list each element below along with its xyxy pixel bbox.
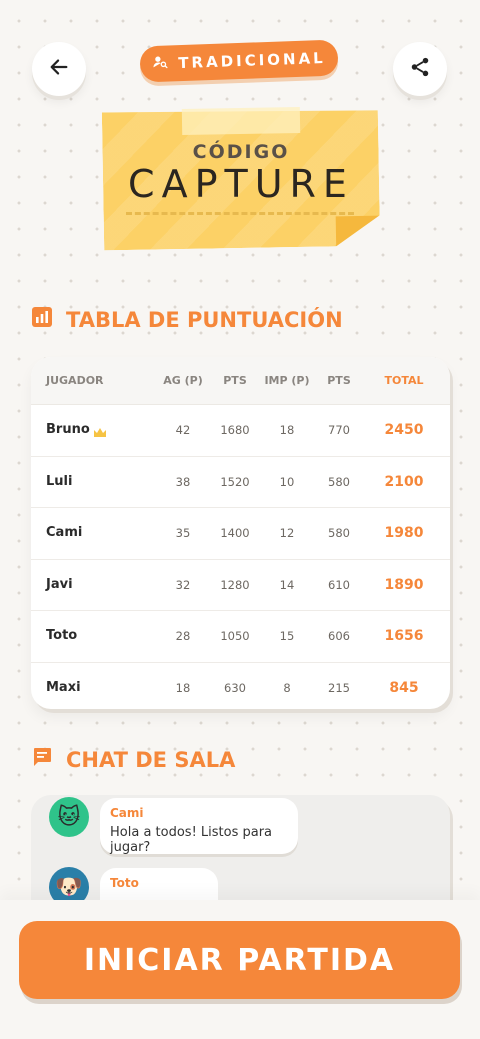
cell-pts-ag: 1520: [220, 474, 250, 489]
tape-decoration: [181, 106, 301, 136]
message-author: Toto: [110, 876, 139, 890]
scoreboard-title: TABLA DE PUNTUACIÓN: [32, 307, 343, 332]
table-row: Bruno 42 1680 18 770 2450: [31, 405, 450, 457]
player-name: Bruno: [46, 422, 90, 437]
cell-pts-ag: 630: [224, 680, 246, 695]
player-name: Maxi: [46, 679, 81, 695]
cell-imp: 8: [283, 680, 291, 695]
cell-imp: 14: [279, 577, 295, 592]
cell-ag: 32: [175, 577, 191, 592]
cell-pts-ag: 1280: [220, 577, 250, 592]
table-header: JUGADOR AG (P) PTS IMP (P) PTS TOTAL: [31, 357, 450, 405]
game-mode-label: TRADICIONAL: [177, 48, 327, 73]
cell-pts-imp: 770: [328, 423, 350, 437]
cell-total: 2450: [384, 422, 424, 438]
cell-imp: 12: [279, 526, 295, 540]
col-total: TOTAL: [384, 374, 424, 387]
share-button[interactable]: [393, 42, 447, 96]
game-mode-badge: TRADICIONAL: [139, 39, 339, 83]
cell-pts-imp: 580: [328, 474, 350, 489]
cell-ag: 18: [175, 680, 191, 695]
back-button[interactable]: [32, 42, 86, 96]
cell-total: 1656: [384, 628, 424, 644]
room-code-value: CAPTURE: [128, 162, 354, 206]
cell-total: 1890: [384, 576, 424, 593]
scoreboard-title-text: TABLA DE PUNTUACIÓN: [66, 307, 343, 332]
cell-pts-ag: 1400: [220, 526, 250, 540]
cell-imp: 10: [279, 474, 295, 489]
col-pts-imp: PTS: [327, 374, 351, 387]
cell-total: 2100: [384, 473, 424, 490]
cell-imp: 18: [279, 423, 295, 437]
cell-pts-imp: 606: [328, 629, 350, 643]
cat-icon: 🐱: [49, 797, 89, 837]
table-row: Javi 32 1280 14 610 1890: [31, 560, 450, 611]
score-table: JUGADOR AG (P) PTS IMP (P) PTS TOTAL Bru…: [31, 357, 450, 709]
cell-total: 845: [389, 679, 419, 696]
cell-imp: 15: [279, 629, 295, 643]
col-ag: AG (P): [163, 374, 203, 387]
cell-pts-ag: 1680: [220, 423, 250, 437]
room-code-label: CÓDIGO: [192, 141, 290, 163]
cell-pts-ag: 1050: [220, 629, 250, 643]
cell-ag: 42: [175, 423, 191, 437]
cell-ag: 35: [175, 526, 191, 540]
user-search-icon: [152, 53, 169, 74]
code-underline: [126, 212, 354, 215]
table-row: Luli 38 1520 10 580 2100: [31, 457, 450, 508]
share-icon: [409, 56, 431, 82]
player-name: Cami: [46, 525, 83, 540]
crown-icon: [94, 423, 106, 442]
chat-title: CHAT DE SALA: [32, 747, 235, 772]
message-text: Hola a todos! Listos para jugar?: [110, 825, 273, 855]
message-icon: [32, 747, 52, 772]
table-row: Toto 28 1050 15 606 1656: [31, 611, 450, 663]
col-pts-ag: PTS: [223, 374, 247, 387]
table-row: Cami 35 1400 12 580 1980: [31, 508, 450, 560]
cell-pts-imp: 610: [328, 577, 350, 592]
start-game-button[interactable]: INICIAR PARTIDA: [19, 921, 460, 999]
cell-ag: 28: [175, 629, 191, 643]
cell-total: 1980: [384, 525, 424, 541]
chat-message: Cami Hola a todos! Listos para jugar?: [100, 798, 298, 855]
player-name: Toto: [46, 628, 78, 643]
player-name: Javi: [46, 576, 73, 592]
arrow-left-icon: [48, 56, 70, 82]
bar-chart-icon: [32, 307, 52, 332]
message-author: Cami: [110, 806, 144, 820]
cell-pts-imp: 215: [328, 680, 350, 695]
cell-pts-imp: 580: [328, 526, 350, 540]
player-name: Luli: [46, 473, 73, 489]
chat-title-text: CHAT DE SALA: [66, 747, 236, 772]
table-row: Maxi 18 630 8 215 845: [31, 663, 450, 710]
cell-ag: 38: [175, 474, 191, 489]
col-player: JUGADOR: [46, 374, 104, 387]
col-imp: IMP (P): [264, 374, 310, 387]
